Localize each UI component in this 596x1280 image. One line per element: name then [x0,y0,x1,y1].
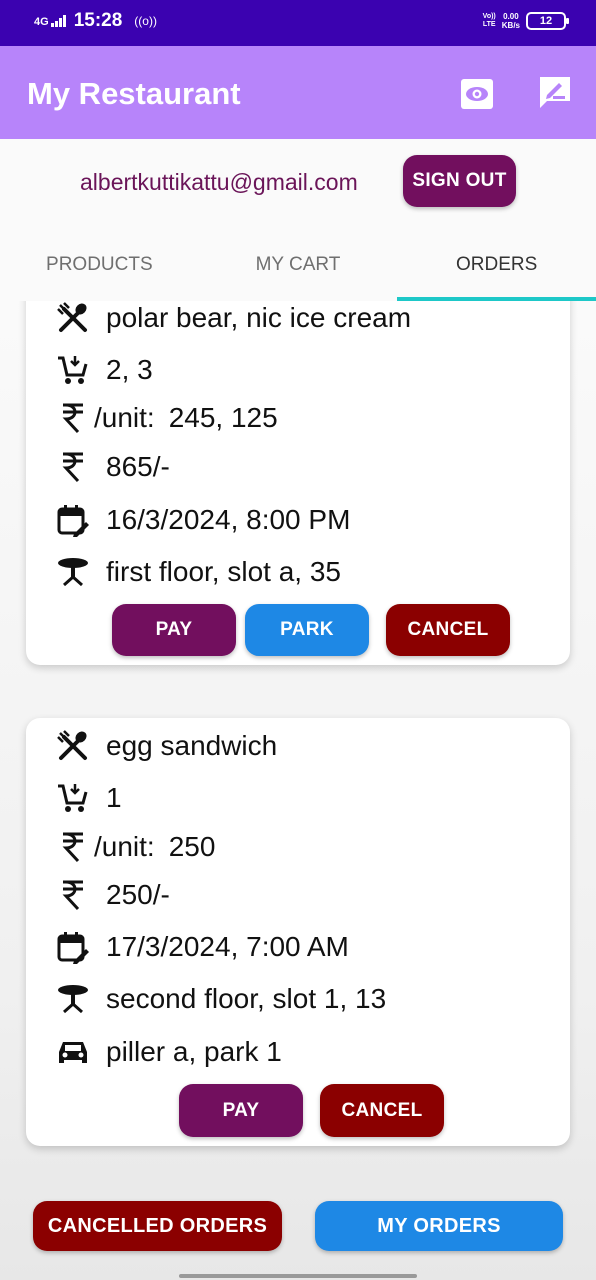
utensils-icon [56,301,90,335]
pay-button[interactable]: PAY [112,604,236,656]
speed-value: 0.00 [503,12,519,21]
eye-icon[interactable] [459,76,495,112]
unit-price-label: /unit: [94,402,155,433]
order-items-row: egg sandwich [56,726,277,766]
cancel-button[interactable]: CANCEL [386,604,510,656]
speed-unit: KB/s [501,21,520,30]
orders-list[interactable]: polar bear, nic ice cream 2, 3 /unit: 24… [0,301,596,1280]
tab-my-cart[interactable]: MY CART [199,229,398,301]
app-bar: My Restaurant [0,46,596,139]
order-total-row: 865/- [56,447,170,487]
volte-line1: Vo)) [482,13,496,20]
volte-line2: LTE [482,21,496,28]
rupee-icon [56,830,90,864]
order-datetime: 16/3/2024, 8:00 PM [106,504,351,535]
hotspot-icon: ((o)) [134,14,157,28]
rupee-icon [56,401,90,435]
status-left: 4G 15:28 ((o)) [34,10,157,32]
cart-icon [56,353,90,387]
app-title: My Restaurant [27,76,241,111]
park-button[interactable]: PARK [245,604,369,656]
order-total-row: 250/- [56,875,170,915]
order-total: 250/- [106,879,170,910]
table-icon [56,982,90,1016]
user-email: albertkuttikattu@gmail.com [80,169,358,195]
order-datetime-row: 16/3/2024, 8:00 PM [56,500,350,540]
pay-button[interactable]: PAY [179,1084,303,1137]
network-indicator: 4G [34,15,66,28]
rupee-icon [56,450,90,484]
order-card: polar bear, nic ice cream 2, 3 /unit: 24… [26,301,570,665]
volte-icon: Vo)) LTE [483,13,496,29]
order-unit-price-row: /unit: 250 [56,827,215,867]
order-datetime-row: 17/3/2024, 7:00 AM [56,927,349,967]
clock: 15:28 [73,10,123,31]
cancelled-orders-button[interactable]: CANCELLED ORDERS [33,1201,282,1251]
rupee-icon [56,878,90,912]
unit-prices: 250 [168,831,216,862]
unit-price-label: /unit: [94,831,155,862]
tab-orders[interactable]: ORDERS [397,229,596,301]
order-parking: piller a, park 1 [106,1036,282,1067]
utensils-icon [56,729,90,763]
calendar-edit-icon [56,930,90,964]
order-quantity: 1 [106,782,122,813]
network-type: 4G [34,16,49,28]
order-items: polar bear, nic ice cream [106,302,412,333]
car-icon [56,1035,90,1069]
calendar-edit-icon [56,503,90,537]
order-items-row: polar bear, nic ice cream [56,301,411,338]
order-table: second floor, slot 1, 13 [106,983,387,1014]
order-table-row: first floor, slot a, 35 [56,552,341,592]
home-indicator[interactable] [179,1274,417,1278]
order-items: egg sandwich [106,730,278,761]
order-total: 865/- [106,451,170,482]
battery-level: 12 [539,15,553,27]
tab-bar: PRODUCTS MY CART ORDERS [0,229,596,301]
signal-icon [50,15,66,27]
order-quantity-row: 1 [56,778,122,818]
unit-prices: 245, 125 [168,402,278,433]
status-right: Vo)) LTE 0.00 KB/s 12 [483,12,569,30]
order-quantity-row: 2, 3 [56,350,153,390]
status-bar: 4G 15:28 ((o)) Vo)) LTE 0.00 KB/s 12 [0,0,596,46]
order-card: egg sandwich 1 /unit: 250 250/- 17/3/202… [26,718,570,1146]
order-parking-row: piller a, park 1 [56,1032,282,1072]
tab-products[interactable]: PRODUCTS [0,229,199,301]
battery-icon: 12 [526,12,569,30]
edit-icon[interactable] [537,74,573,110]
order-table-row: second floor, slot 1, 13 [56,979,386,1019]
my-orders-button[interactable]: MY ORDERS [315,1201,563,1251]
order-unit-price-row: /unit: 245, 125 [56,398,278,438]
sign-out-button[interactable]: SIGN OUT [403,155,516,207]
cancel-button[interactable]: CANCEL [320,1084,444,1137]
order-quantity: 2, 3 [106,354,153,385]
order-table: first floor, slot a, 35 [106,556,341,587]
table-icon [56,555,90,589]
order-datetime: 17/3/2024, 7:00 AM [106,931,349,962]
cart-icon [56,781,90,815]
network-speed: 0.00 KB/s [502,12,520,30]
